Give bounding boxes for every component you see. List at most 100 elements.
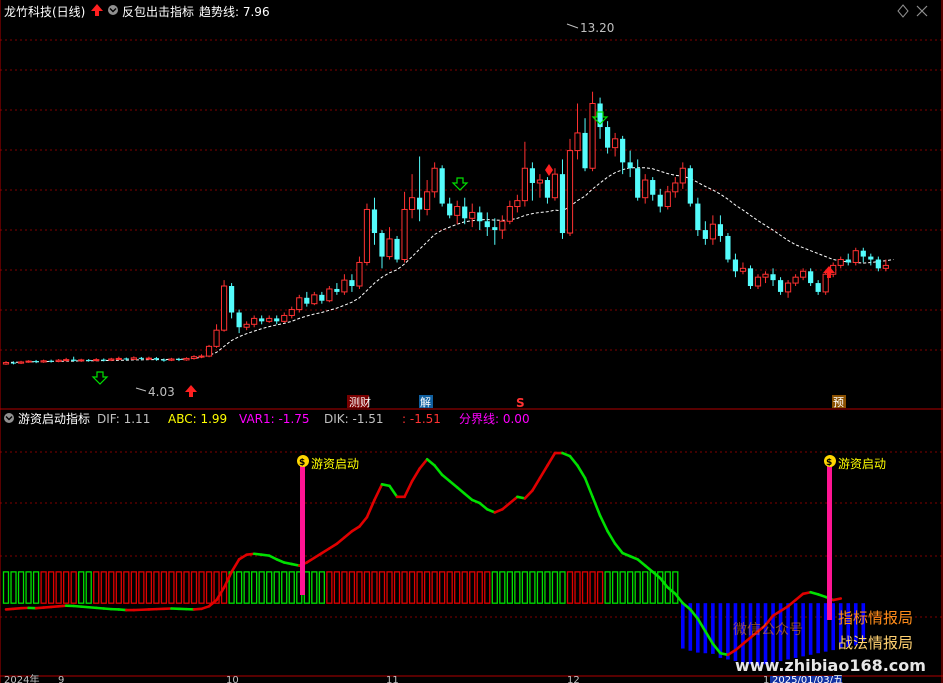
indicator-bar [70,571,77,604]
candle [431,162,438,198]
candle [2,361,10,365]
candle-body [536,179,544,184]
candle [341,274,348,295]
candle [371,197,378,245]
marker-jie[interactable]: 解 [419,395,433,409]
candle-body [650,180,656,195]
indicator-line-segment [531,476,542,492]
indicator-bar [266,571,273,604]
indicator-bar [529,571,536,604]
indicator-bar [32,571,40,604]
indicator-line-segment [666,586,677,596]
candle [259,315,265,325]
indicator-bar [63,571,70,604]
candle-body [63,359,70,362]
candle-body [205,345,213,357]
candle-body [86,359,92,361]
indicator-line-segment [358,515,369,528]
candle [363,203,371,266]
indicator-name[interactable]: 反包出击指标 [122,4,194,19]
signal-label: 游资启动 [311,457,359,471]
indicator-bar [642,571,649,604]
candle [815,280,821,295]
indicator-bar [551,571,559,604]
close-icon[interactable] [916,5,928,17]
indicator-bar [281,571,288,604]
candle [672,177,679,198]
indicator-bar [138,571,145,604]
marker-yu[interactable]: 预 [832,395,846,409]
marker-cai[interactable]: 测财 [347,395,371,409]
indicator-bar [574,571,581,604]
indicator-bar [386,571,393,604]
candle [551,168,559,201]
svg-text:$: $ [299,458,305,468]
candle [642,174,649,204]
candle [40,359,47,363]
candle-body [777,280,784,292]
candle [319,291,325,304]
indicator-line-segment [658,576,670,589]
candle [777,277,784,295]
indicator-bar [408,571,416,604]
candle [130,356,137,360]
indicator-bar [726,603,730,660]
candle [582,118,588,172]
candle-body [815,283,821,292]
indicator-bar [115,571,122,604]
candle-body [386,238,393,258]
candle [334,283,340,295]
up-arrow-icon[interactable] [91,4,103,16]
candle [48,359,54,363]
indicator-bar [47,571,55,604]
settings-circle-icon[interactable] [108,5,118,15]
indicator-bar [326,571,333,604]
indicator-line-segment [215,586,226,602]
indicator-bar [627,571,634,604]
indicator-bar [401,571,408,604]
indicator-bar [476,571,483,604]
date-axis: 2024年 9 10 11 12 1 2025/01/03/五 [4,673,843,683]
indicator-line-segment [350,525,361,533]
indicator-line-segment [455,486,467,495]
marker-s[interactable]: S [516,396,525,410]
candle [679,162,686,189]
diamond-icon[interactable] [897,4,909,18]
indicator-line-segment [576,464,587,480]
candle-body [281,314,288,322]
indicator-bar [318,571,325,604]
svg-text:测财: 测财 [349,395,371,409]
candle-body [115,357,122,360]
candle [296,294,303,313]
indicator-bar [145,571,153,604]
candle [311,291,318,306]
indicator-bar [454,571,461,604]
candle [55,359,62,363]
candle [657,188,663,213]
candle [183,357,190,361]
chart-canvas[interactable]: 13.20 4.03 测财 解 S 预 龙竹科技(日线) 反包出击指标 趋势线:… [0,0,943,683]
candle-body [529,168,535,183]
indicator-panel-title: 游资启动指标 [18,411,90,426]
candle-body [837,259,844,266]
indicator-bar [311,571,318,604]
candle-body [454,206,461,216]
indicator-bar [696,603,700,653]
candle [635,159,641,201]
indicator-value: ABC: 1.99 [168,412,227,426]
candle [417,156,423,222]
candle [597,97,603,139]
indicator-line-segment [508,495,519,505]
indicator-line-segment [501,501,512,511]
indicator-bar [93,571,100,604]
candle [168,357,175,362]
candle-body [363,208,371,263]
candle-body [319,294,325,301]
candle-body [574,132,581,152]
indicator-bar [649,571,656,604]
indicator-line [4,451,843,657]
settings-circle-icon[interactable] [4,413,14,423]
signal-pillar-right: $ 游资启动 [824,455,886,620]
candle-body [356,261,363,287]
indicator-value: : -1.51 [402,412,441,426]
